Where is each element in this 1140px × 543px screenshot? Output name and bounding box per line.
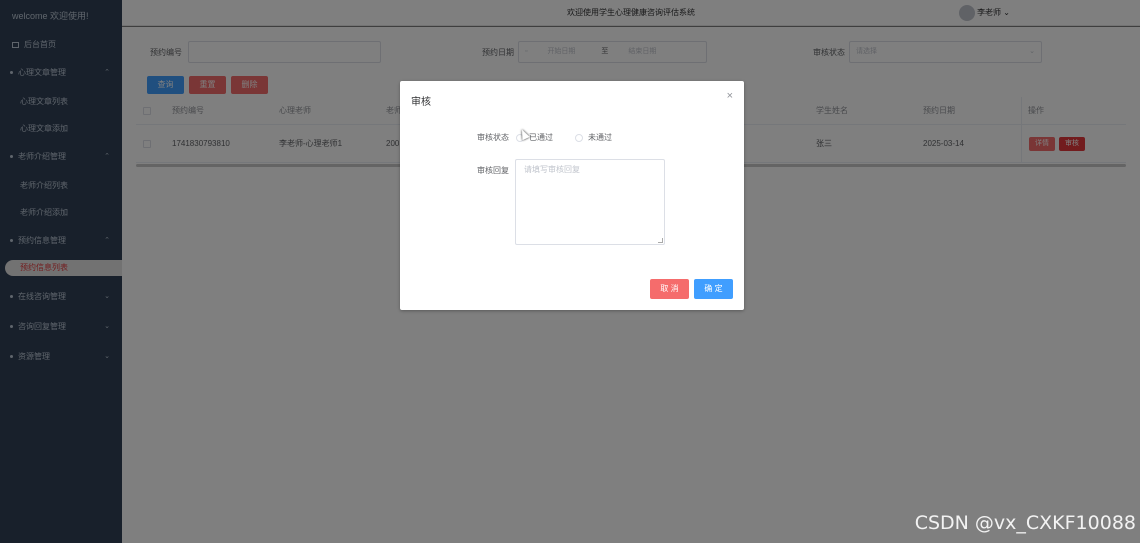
audit-reply-label: 审核回复 [477, 166, 509, 175]
cancel-button[interactable]: 取 消 [650, 279, 689, 299]
audit-status-label: 审核状态 [477, 133, 509, 142]
radio-fail[interactable]: 未通过 [575, 132, 612, 143]
textarea-placeholder: 请填写审核回复 [524, 165, 580, 174]
audit-reply-textarea[interactable]: 请填写审核回复 [515, 159, 665, 245]
dialog-title: 审核 [411, 97, 431, 108]
resize-handle-icon[interactable] [658, 238, 663, 243]
watermark: CSDN @vx_CXKF10088 [914, 512, 1136, 534]
confirm-button[interactable]: 确 定 [694, 279, 733, 299]
audit-dialog: 审核 × 审核状态 已通过 未通过 审核回复 请填写审核回复 取 消 确 定 [400, 81, 744, 310]
close-icon[interactable]: × [727, 90, 733, 102]
radio-fail-label: 未通过 [588, 133, 612, 142]
radio-circle-icon [575, 133, 583, 142]
radio-pass-label: 已通过 [529, 133, 553, 142]
